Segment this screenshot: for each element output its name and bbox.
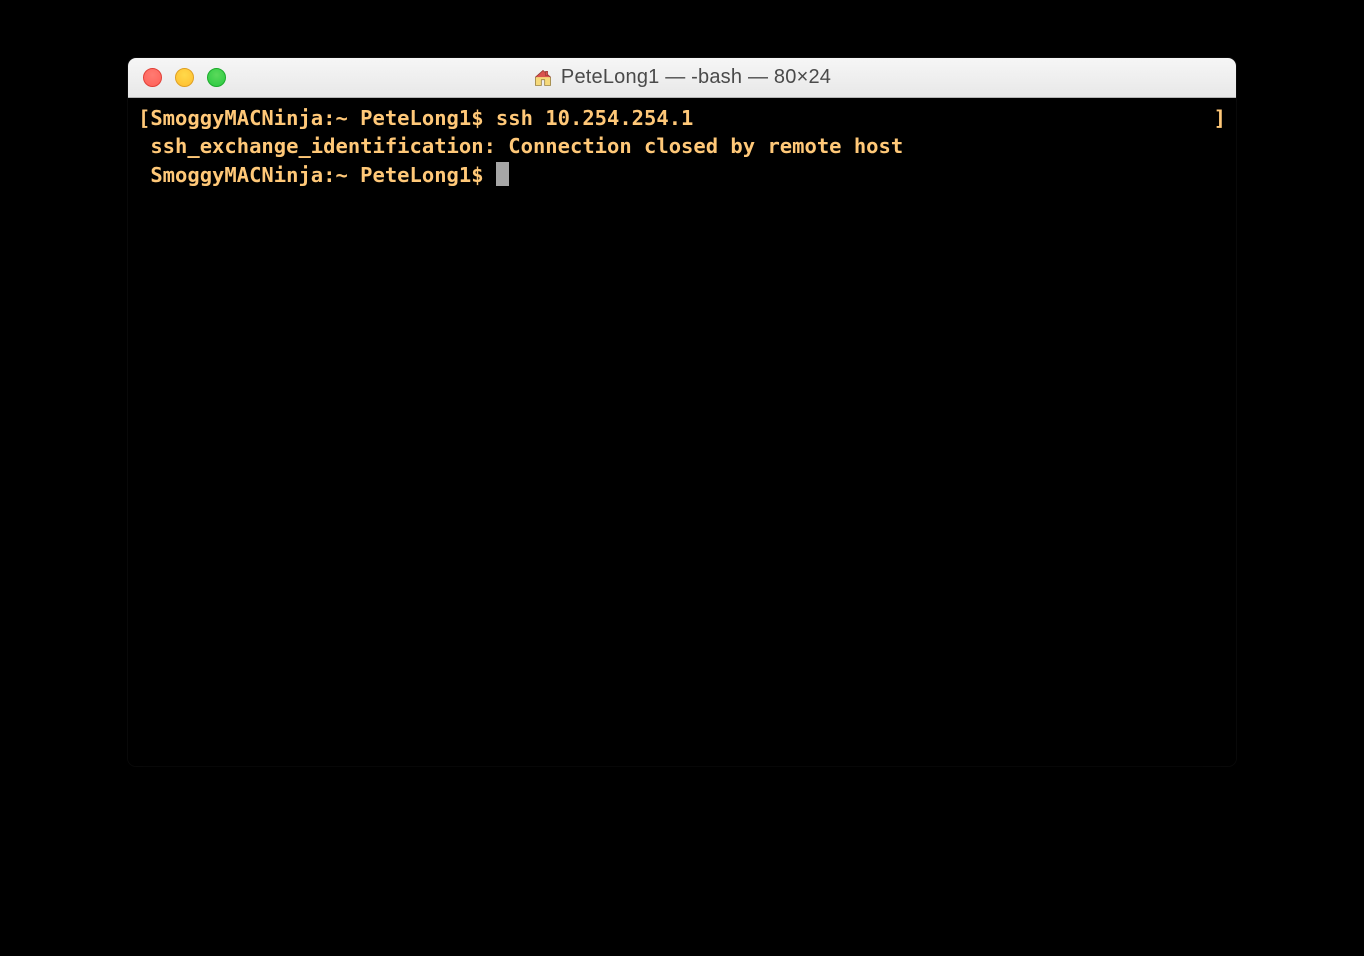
zoom-button[interactable]	[207, 68, 226, 87]
command-text: ssh 10.254.254.1	[496, 106, 693, 130]
terminal-body[interactable]: [ SmoggyMACNinja:~ PeteLong1$ ssh 10.254…	[128, 98, 1236, 766]
bracket-left: [	[138, 104, 150, 132]
traffic-lights	[128, 68, 226, 87]
bracket-right: ]	[1214, 104, 1226, 132]
cursor-block	[496, 162, 509, 186]
title-content: PeteLong1 — -bash — 80×24	[128, 66, 1236, 89]
home-icon	[533, 68, 553, 88]
terminal-line-3: SmoggyMACNinja:~ PeteLong1$	[138, 161, 1226, 189]
close-button[interactable]	[143, 68, 162, 87]
output-text: ssh_exchange_identification: Connection …	[150, 134, 903, 158]
terminal-window: PeteLong1 — -bash — 80×24 [ SmoggyMACNin…	[128, 58, 1236, 766]
terminal-line-1: [ SmoggyMACNinja:~ PeteLong1$ ssh 10.254…	[138, 104, 1226, 132]
terminal-line-2: ssh_exchange_identification: Connection …	[138, 132, 1226, 160]
window-title: PeteLong1 — -bash — 80×24	[561, 66, 831, 89]
title-bar[interactable]: PeteLong1 — -bash — 80×24	[128, 58, 1236, 98]
prompt-text: SmoggyMACNinja:~ PeteLong1$	[150, 163, 496, 187]
prompt-text: SmoggyMACNinja:~ PeteLong1$	[150, 106, 496, 130]
minimize-button[interactable]	[175, 68, 194, 87]
